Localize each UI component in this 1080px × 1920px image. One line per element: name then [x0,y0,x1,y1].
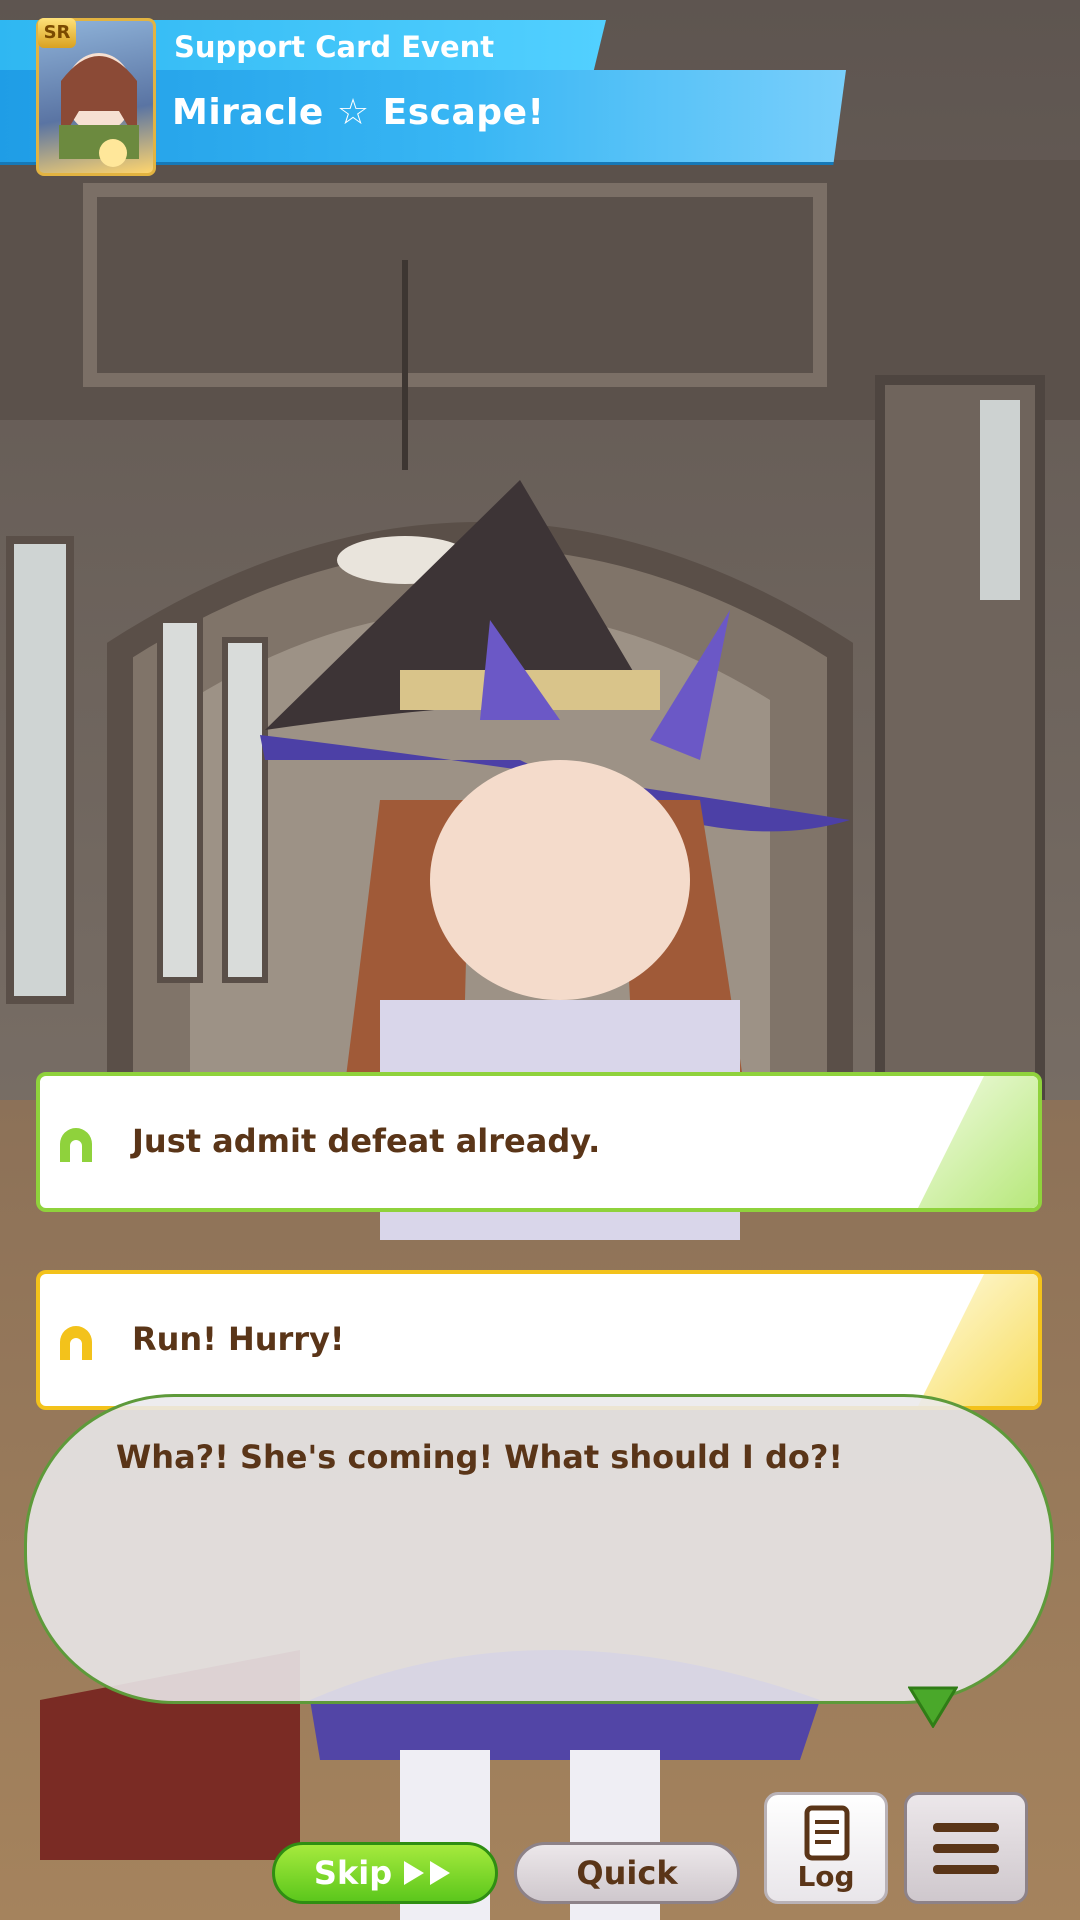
choice-option-1[interactable]: Just admit defeat already. [36,1072,1042,1212]
menu-button[interactable] [904,1792,1028,1904]
next-arrow-icon[interactable] [908,1686,958,1728]
skip-label: Skip [313,1854,393,1892]
log-icon [804,1805,850,1861]
rarity-badge: SR [38,18,76,48]
event-title: Miracle ☆ Escape! [172,92,545,133]
quick-button[interactable]: Quick [514,1842,740,1904]
dialogue-text: Wha?! She's coming! What should I do?! [116,1438,843,1476]
choice-label: Just admit defeat already. [132,1122,601,1160]
choice-accent-stripe [918,1274,1038,1406]
horseshoe-icon [60,1326,92,1360]
fast-forward-icon [404,1861,451,1885]
choice-accent-stripe [918,1076,1038,1208]
choice-label: Run! Hurry! [132,1320,345,1358]
log-label: Log [797,1860,855,1893]
choice-option-2[interactable]: Run! Hurry! [36,1270,1042,1410]
event-type-label: Support Card Event [174,30,495,64]
horseshoe-icon [60,1128,92,1162]
log-button[interactable]: Log [764,1792,888,1904]
skip-button[interactable]: Skip [272,1842,498,1904]
hamburger-menu-icon [933,1823,999,1874]
quick-label: Quick [576,1854,678,1892]
